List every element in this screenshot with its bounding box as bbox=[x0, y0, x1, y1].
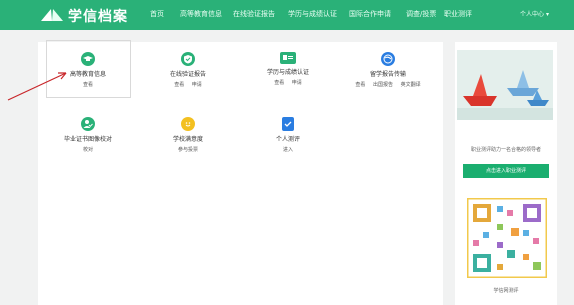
nav-cert-auth[interactable]: 学历与成绩认证 bbox=[288, 9, 337, 19]
qr-caption: 学信网测评 bbox=[493, 288, 519, 294]
vote-link[interactable]: 参与投票 bbox=[178, 147, 198, 153]
item-title: 在线验证报告 bbox=[169, 71, 206, 78]
paper-boats-banner bbox=[457, 50, 553, 120]
apply-link[interactable]: 申请 bbox=[192, 82, 202, 88]
item-online-verify[interactable]: 在线验证报告 查看 申请 bbox=[144, 52, 232, 88]
chevron-down-icon: ▾ bbox=[545, 11, 549, 18]
view-link[interactable]: 查看 bbox=[83, 82, 93, 88]
item-personal-assessment[interactable]: 个人测评 进入 bbox=[244, 117, 332, 153]
service-panel: 高等教育信息 查看 在线验证报告 查看 申请 学历与成绩认证 查看 申请 留学报… bbox=[38, 40, 443, 305]
enter-link[interactable]: 进入 bbox=[283, 147, 293, 153]
nav-home[interactable]: 首页 bbox=[150, 9, 164, 19]
book-logo-icon bbox=[41, 9, 63, 21]
career-test-button[interactable]: 点击进入职业测评 bbox=[463, 164, 549, 178]
view-link[interactable]: 查看 bbox=[174, 82, 184, 88]
top-header: 学信档案 首页 高等教育信息 在线验证报告 学历与成绩认证 国际合作申请 调查/… bbox=[0, 0, 574, 30]
nav-career-test[interactable]: 职业测评 bbox=[444, 9, 472, 19]
item-title: 学校满意度 bbox=[172, 136, 203, 143]
side-panel: 职业测评助力一名合格的领导者 点击进入职业测评 学信网测评 bbox=[455, 42, 557, 305]
apply-link[interactable]: 申请 bbox=[292, 80, 302, 86]
smiley-icon bbox=[181, 117, 195, 131]
nav-survey[interactable]: 调查/投票 bbox=[406, 9, 436, 19]
globe-icon bbox=[381, 52, 395, 66]
promo-text: 职业测评助力一名合格的领导者 bbox=[470, 147, 541, 153]
proofread-link[interactable]: 校对 bbox=[83, 147, 93, 153]
nav-intl-coop[interactable]: 国际合作申请 bbox=[349, 9, 391, 19]
nav-online-verify[interactable]: 在线验证报告 bbox=[233, 9, 275, 19]
abroad-report-link[interactable]: 出国报告 bbox=[373, 82, 393, 88]
english-translation-link[interactable]: 英文翻译 bbox=[401, 82, 421, 88]
clipboard-check-icon bbox=[282, 117, 294, 131]
user-menu[interactable]: 个人中心 ▾ bbox=[520, 9, 549, 18]
user-check-icon bbox=[81, 117, 95, 131]
user-label: 个人中心 bbox=[520, 11, 545, 18]
nav-higher-edu-info[interactable]: 高等教育信息 bbox=[180, 9, 222, 19]
id-card-icon bbox=[280, 52, 296, 64]
item-title: 留学报告传输 bbox=[369, 71, 406, 78]
graduation-cap-icon bbox=[81, 52, 95, 66]
view-link[interactable]: 查看 bbox=[274, 80, 284, 86]
item-cert-auth[interactable]: 学历与成绩认证 查看 申请 bbox=[244, 52, 332, 86]
item-title: 高等教育信息 bbox=[69, 71, 106, 78]
paper-boat-illustration bbox=[457, 50, 553, 120]
view-link[interactable]: 查看 bbox=[355, 82, 365, 88]
item-title: 毕业证书图像校对 bbox=[63, 136, 112, 143]
item-study-abroad-report[interactable]: 留学报告传输 查看 出国报告 英文翻译 bbox=[344, 52, 432, 88]
shield-check-icon bbox=[181, 52, 195, 66]
item-title: 学历与成绩认证 bbox=[266, 69, 309, 76]
item-title: 个人测评 bbox=[275, 136, 300, 143]
item-diploma-image-check[interactable]: 毕业证书图像校对 校对 bbox=[44, 117, 132, 153]
item-school-satisfaction[interactable]: 学校满意度 参与投票 bbox=[144, 117, 232, 153]
item-higher-edu-info[interactable]: 高等教育信息 查看 bbox=[44, 52, 132, 88]
qr-code-icon[interactable] bbox=[467, 198, 547, 278]
brand-title[interactable]: 学信档案 bbox=[68, 6, 128, 26]
